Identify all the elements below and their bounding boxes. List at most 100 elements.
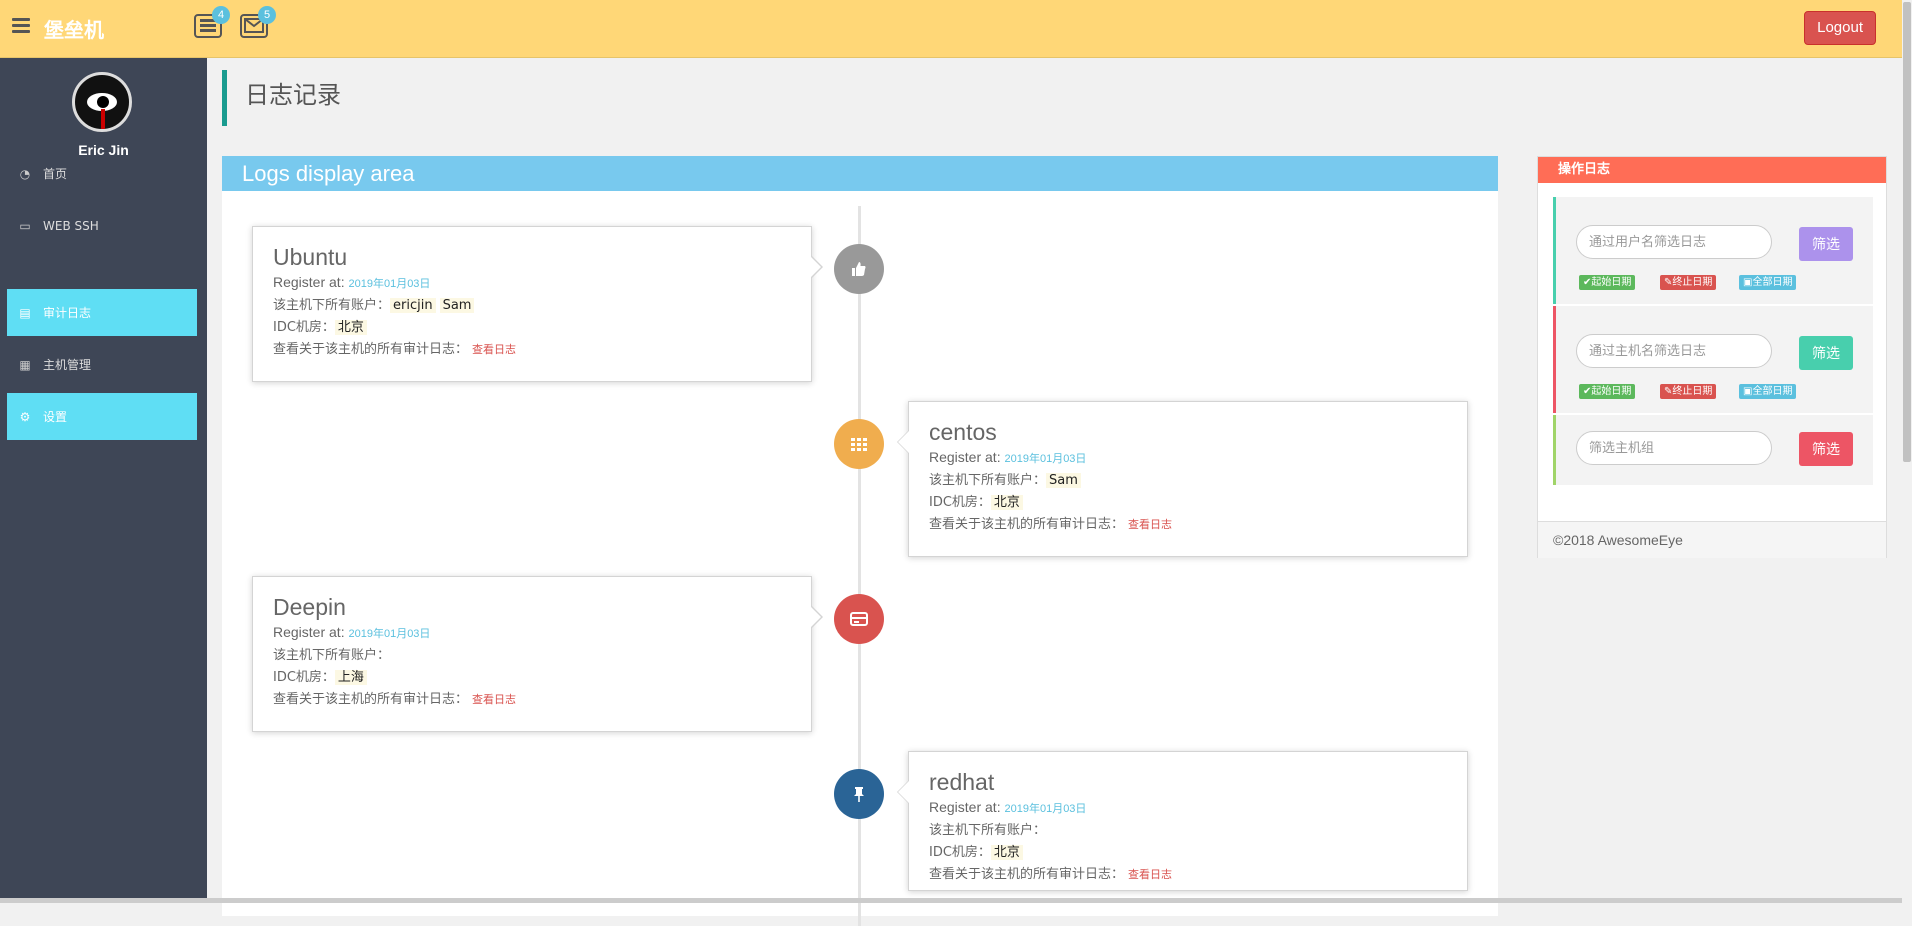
sidebar-item-label: WEB SSH [43,218,99,233]
sidebar-item-label: 主机管理 [43,358,92,372]
top-navbar: 堡垒机 4 5 Logout [0,0,1902,58]
idc-label: IDC机房： [273,320,335,335]
card-arrow [810,255,823,279]
log-card: Deepin Register at: 2019年01月03日 该主机下所有账户… [252,576,823,732]
footer-copyright: ©2018 AwesomeEye [1538,521,1886,558]
register-label: Register at: [273,274,345,290]
avatar-pupil [97,96,109,108]
operation-log-title: 操作日志 [1538,157,1886,183]
scrollbar-thumb[interactable] [1903,2,1911,462]
logout-button[interactable]: Logout [1804,11,1876,45]
operation-log-panel: 操作日志 筛选 ✔起始日期 ✎终止日期 ▣全部日期 筛选 ✔起始日期 ✎终止日期… [1537,156,1887,558]
audit-label: 查看关于该主机的所有审计日志： [929,517,1125,532]
group-filter-input[interactable] [1576,431,1772,465]
audit-label: 查看关于该主机的所有审计日志： [273,342,469,357]
host-filter-button[interactable]: 筛选 [1799,336,1853,370]
audit-label: 查看关于该主机的所有审计日志： [929,867,1125,882]
scrollbar[interactable] [1902,0,1912,903]
page-title: 日志记录 [222,70,341,126]
all-dates-tag[interactable]: ▣全部日期 [1739,275,1797,290]
accounts-label: 该主机下所有账户： [273,648,391,663]
sidebar-item-label: 设置 [43,410,68,424]
sidebar-item-host-management[interactable]: ▦ 主机管理 [7,341,197,388]
username-filter-input[interactable] [1576,225,1772,259]
account-tag: Sam [439,298,475,313]
menu-toggle-icon[interactable] [12,18,30,34]
view-log-link[interactable]: 查看日志 [472,693,516,706]
avatar[interactable] [72,72,132,132]
card-arrow [897,430,909,454]
mail-icon[interactable]: 5 [240,6,276,38]
sidebar-item-home[interactable]: ◔ 首页 [7,150,197,197]
idc-tag: 北京 [990,495,1023,510]
accounts-label: 该主机下所有账户： [929,823,1047,838]
group-filter-button[interactable]: 筛选 [1799,432,1853,466]
user-filter-button[interactable]: 筛选 [1799,227,1853,261]
accounts-label: 该主机下所有账户： [929,473,1047,488]
book-icon: ▤ [19,305,31,320]
start-date-tag[interactable]: ✔起始日期 [1579,275,1636,290]
mail-badge: 5 [258,6,276,24]
log-card: redhat Register at: 2019年01月03日 该主机下所有账户… [897,751,1468,891]
card-arrow [810,605,823,629]
desktop-icon: ▭ [19,218,31,233]
group-filter-box: 筛选 [1553,415,1873,485]
end-date-tag[interactable]: ✎终止日期 [1660,275,1717,290]
hostname-filter-input[interactable] [1576,334,1772,368]
idc-tag: 北京 [334,320,367,335]
register-date: 2019年01月03日 [348,628,431,640]
register-date: 2019年01月03日 [1004,803,1087,815]
tasks-icon[interactable]: 4 [194,6,230,38]
host-name: Deepin [273,594,346,620]
pushpin-icon [834,769,884,819]
idc-label: IDC机房： [929,845,991,860]
all-dates-tag[interactable]: ▣全部日期 [1739,384,1797,399]
main-content: 日志记录 Logs display area Ubuntu Register a… [207,58,1902,926]
credit-card-icon [834,594,884,644]
start-date-tag[interactable]: ✔起始日期 [1579,384,1636,399]
account-tag: ericjin [390,298,436,313]
sidebar-item-audit-log[interactable]: ▤ 审计日志 [7,289,197,336]
all-dates-label: 全部日期 [1752,277,1793,288]
register-date: 2019年01月03日 [1004,453,1087,465]
sidebar-item-web-ssh[interactable]: ▭ WEB SSH [7,202,197,249]
host-name: Ubuntu [273,244,348,270]
sidebar-item-label: 审计日志 [43,306,92,320]
avatar-drip [101,109,105,129]
grid-icon: ▦ [19,357,31,372]
view-log-link[interactable]: 查看日志 [472,343,516,356]
sidebar-item-label: 首页 [43,167,68,181]
end-date-label: 终止日期 [1672,386,1713,397]
card-arrow [897,780,909,804]
host-name: redhat [929,769,995,795]
thumbs-up-icon [834,244,884,294]
register-label: Register at: [929,449,1001,465]
all-dates-label: 全部日期 [1752,386,1793,397]
end-date-label: 终止日期 [1672,277,1713,288]
register-label: Register at: [929,799,1001,815]
host-name: centos [929,419,997,445]
view-log-link[interactable]: 查看日志 [1128,518,1172,531]
user-filter-box: 筛选 ✔起始日期 ✎终止日期 ▣全部日期 [1553,197,1873,304]
view-log-link[interactable]: 查看日志 [1128,868,1172,881]
brand-title[interactable]: 堡垒机 [44,14,104,43]
logs-panel: Logs display area Ubuntu Register at: 20… [222,156,1498,926]
cogs-icon: ⚙ [19,409,31,424]
grid-icon [834,419,884,469]
dashboard-icon: ◔ [19,166,31,181]
audit-label: 查看关于该主机的所有审计日志： [273,692,469,707]
sidebar: Eric Jin ◔ 首页 ▭ WEB SSH ▤ 审计日志 ▦ 主机管理 ⚙ … [0,58,207,903]
sidebar-item-settings[interactable]: ⚙ 设置 [7,393,197,440]
idc-label: IDC机房： [929,495,991,510]
idc-tag: 北京 [990,845,1023,860]
log-card: centos Register at: 2019年01月03日 该主机下所有账户… [897,401,1468,557]
start-date-label: 起始日期 [1591,277,1632,288]
register-date: 2019年01月03日 [348,278,431,290]
bottom-scrollbar [0,898,1902,903]
accounts-label: 该主机下所有账户： [273,298,391,313]
log-card: Ubuntu Register at: 2019年01月03日 该主机下所有账户… [252,226,823,382]
tasks-badge: 4 [212,6,230,24]
register-label: Register at: [273,624,345,640]
idc-tag: 上海 [334,670,367,685]
end-date-tag[interactable]: ✎终止日期 [1660,384,1717,399]
